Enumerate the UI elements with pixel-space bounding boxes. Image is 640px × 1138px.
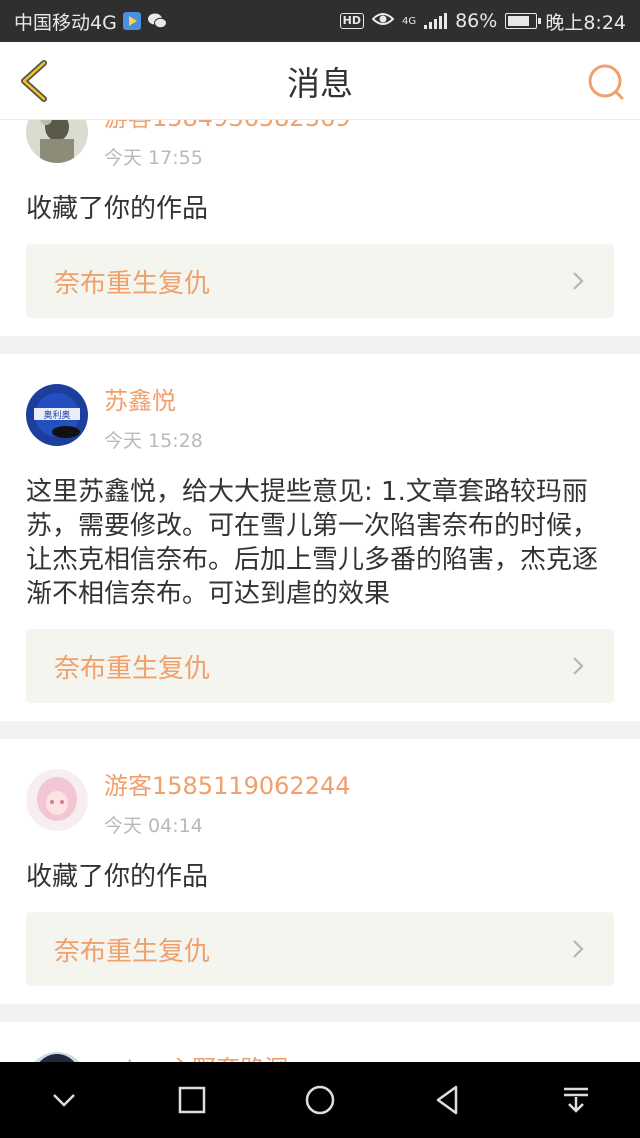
username[interactable]: 游客1584936582369 (104, 120, 351, 133)
clock: 晚上8:24 (545, 11, 626, 34)
carrier-group: 中国移动4G (14, 8, 167, 35)
chevron-right-icon (573, 657, 584, 675)
timestamp: 今天 04:14 (104, 815, 203, 837)
avatar[interactable] (26, 120, 88, 163)
message-item: 游客1585119062244 今天 04:14 收藏了你的作品 奈布重生复仇 (0, 739, 640, 1004)
network-type: 4G (401, 15, 417, 27)
message-text: 收藏了你的作品 (26, 194, 209, 224)
page-title: 消息 (287, 63, 353, 103)
home-icon[interactable] (303, 1083, 337, 1117)
status-bar: 中国移动4G HD 4G 86% 晚上8:24 (0, 0, 640, 42)
username[interactable]: 苏鑫悦 (104, 386, 203, 416)
work-link[interactable]: 奈布重生复仇 (26, 244, 614, 318)
message-item: 奥利奥 苏鑫悦 今天 15:28 这里苏鑫悦，给大大提些意见: 1.文章套路较玛… (0, 354, 640, 721)
battery-icon (505, 13, 542, 29)
work-title: 奈布重生复仇 (54, 268, 211, 299)
eye-icon (371, 10, 395, 32)
header-bar: 消息 (0, 42, 640, 120)
work-link[interactable]: 奈布重生复仇 (26, 629, 614, 703)
work-title: 奈布重生复仇 (54, 936, 211, 967)
back-chevron-icon[interactable] (14, 58, 58, 104)
message-text: 收藏了你的作品 (26, 862, 209, 892)
search-icon[interactable] (586, 62, 626, 102)
carrier-label: 中国移动4G (14, 11, 117, 34)
back-icon[interactable] (431, 1083, 465, 1117)
chevron-right-icon (573, 940, 584, 958)
notification-pull-icon[interactable] (559, 1083, 593, 1117)
separator (0, 721, 640, 739)
avatar[interactable]: 奥利奥 (26, 384, 88, 446)
status-right: HD 4G 86% 晚上8:24 (339, 8, 626, 35)
work-title: 奈布重生复仇 (54, 653, 211, 684)
chevron-right-icon (573, 272, 584, 290)
message-text: 这里苏鑫悦，给大大提些意见: 1.文章套路较玛丽苏，需要修改。可在雪儿第一次陷害… (26, 477, 599, 609)
message-item: 游客1584936582369 今天 17:55 收藏了你的作品 奈布重生复仇 (0, 120, 640, 336)
video-app-icon (122, 12, 141, 30)
work-link[interactable]: 奈布重生复仇 (26, 912, 614, 986)
hide-keyboard-icon[interactable] (47, 1083, 81, 1117)
message-item: a ' ≥ 心野套路深 (0, 1022, 640, 1062)
svg-text:奥利奥: 奥利奥 (43, 409, 70, 421)
recents-icon[interactable] (175, 1083, 209, 1117)
separator (0, 1004, 640, 1022)
battery-percent: 86% (455, 10, 498, 32)
separator (0, 336, 640, 354)
avatar[interactable] (26, 1052, 88, 1062)
signal-icon (424, 13, 448, 29)
timestamp: 今天 17:55 (104, 147, 203, 169)
avatar[interactable] (26, 769, 88, 831)
username[interactable]: a ' ≥ 心野套路深 (104, 1054, 288, 1062)
system-nav-bar (0, 1062, 640, 1138)
username[interactable]: 游客1585119062244 (104, 771, 351, 801)
battery-fill (508, 16, 529, 26)
hd-icon: HD (339, 13, 364, 29)
message-list[interactable]: 游客1584936582369 今天 17:55 收藏了你的作品 奈布重生复仇 … (0, 120, 640, 1062)
wechat-icon (147, 12, 167, 30)
timestamp: 今天 15:28 (104, 430, 203, 452)
